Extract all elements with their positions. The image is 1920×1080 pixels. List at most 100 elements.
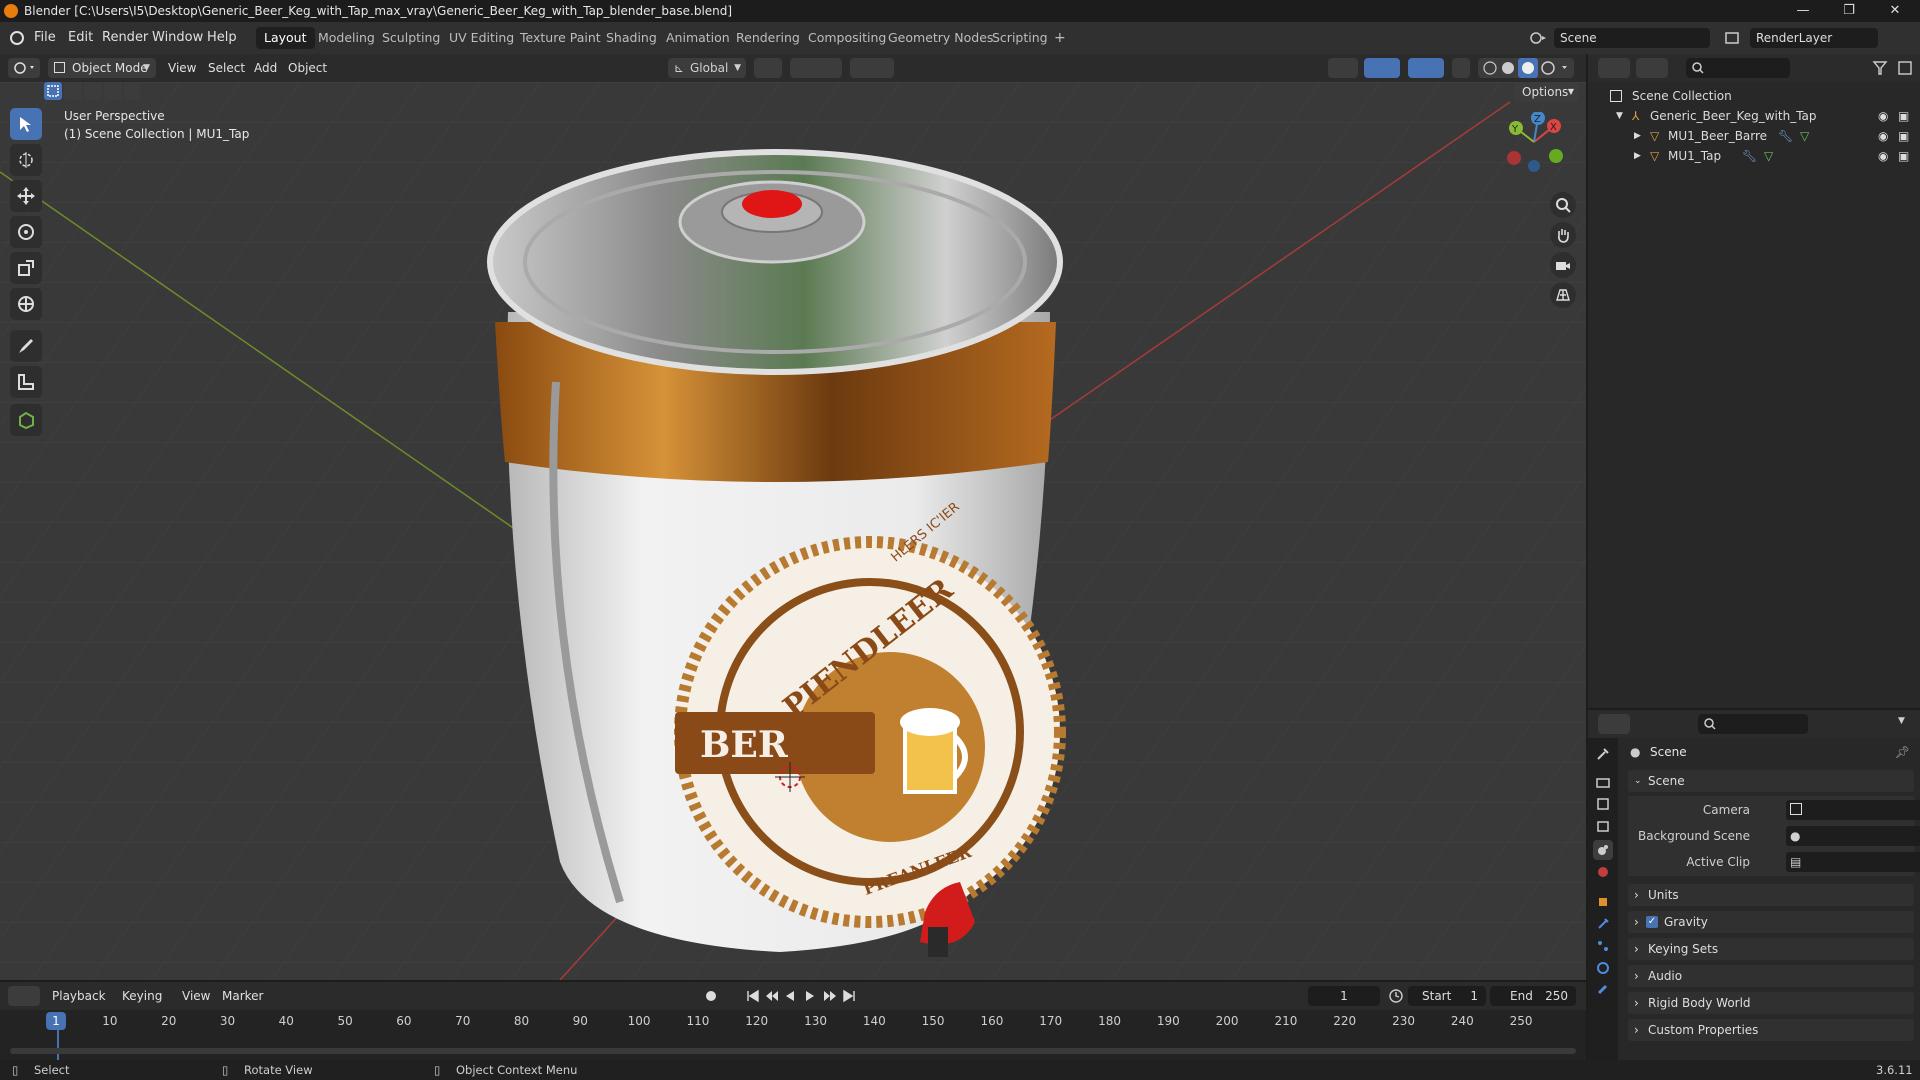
snap-icon[interactable] [790, 58, 842, 78]
tool-tab-icon[interactable] [1593, 744, 1613, 764]
world-tab-icon[interactable] [1593, 862, 1613, 882]
scene-selector[interactable]: Scene [1554, 28, 1710, 48]
display-mode-icon[interactable] [1636, 58, 1668, 78]
modifier-wrench-icon[interactable]: 🔧︎ [1778, 126, 1793, 146]
camera-view-icon[interactable] [1550, 252, 1576, 278]
minimize-button[interactable]: — [1780, 0, 1826, 22]
editor-type-icon[interactable] [8, 58, 40, 78]
menu-playback[interactable]: Playback [52, 986, 106, 1006]
scene-panel-header[interactable]: ⌄ Scene [1628, 770, 1914, 792]
object-tab-icon[interactable] [1593, 892, 1613, 912]
tab-animation[interactable]: Animation [658, 27, 738, 49]
timeline-area[interactable]: 1102030405060708090100110120130140150160… [0, 1010, 1586, 1060]
menu-edit[interactable]: Edit [68, 22, 93, 54]
tab-texture-paint[interactable]: Texture Paint [512, 27, 609, 49]
timeline-scrollbar[interactable] [10, 1048, 1576, 1054]
clock-icon[interactable] [1388, 988, 1404, 1004]
add-cube-tool-icon[interactable] [10, 404, 42, 436]
select-box-tool-icon[interactable] [10, 108, 42, 140]
perspective-toggle-icon[interactable] [1550, 282, 1576, 308]
tab-uv-editing[interactable]: UV Editing [441, 27, 522, 49]
add-workspace-button[interactable]: + [1046, 27, 1074, 49]
zoom-icon[interactable] [1550, 192, 1576, 218]
expand-arrow-icon[interactable]: ▶ [1634, 126, 1641, 146]
tab-sculpting[interactable]: Sculpting [374, 27, 448, 49]
tab-rendering[interactable]: Rendering [728, 27, 808, 49]
selection-mode-buttons[interactable] [44, 82, 140, 100]
view-layer-selector[interactable]: RenderLayer [1750, 28, 1878, 48]
expand-arrow-icon[interactable]: ▶ [1634, 146, 1641, 166]
mesh-data-icon[interactable]: ▽ [1800, 126, 1809, 146]
physics-tab-icon[interactable] [1593, 958, 1613, 978]
3d-viewport[interactable]: BER PIENDLEER PREANLEER HLERS IC'IER Use… [0, 82, 1586, 980]
transform-orientation-selector[interactable]: ⊾ Global ▼ [668, 58, 746, 78]
units-panel-header[interactable]: › Units [1628, 884, 1914, 906]
overlay-toggle-icon[interactable] [1408, 58, 1444, 78]
menu-help[interactable]: Help [207, 22, 237, 54]
visibility-icon[interactable] [1328, 58, 1358, 78]
particles-tab-icon[interactable] [1593, 936, 1613, 956]
navigation-gizmo[interactable]: X Z Y [1500, 111, 1572, 184]
gizmo-toggle-icon[interactable] [1364, 58, 1400, 78]
scale-tool-icon[interactable] [10, 252, 42, 284]
keying-sets-panel-header[interactable]: › Keying Sets [1628, 938, 1914, 960]
view-layer-tab-icon[interactable] [1593, 816, 1613, 836]
outliner-search-input[interactable] [1686, 58, 1790, 78]
outliner-row-beer-barrel[interactable]: ▶ ▽ MU1_Beer_Barre 🔧︎ ▽ ◉ ▣ [1588, 126, 1920, 146]
gravity-checkbox[interactable]: ✓ [1646, 916, 1658, 928]
menu-window[interactable]: Window [152, 22, 203, 54]
outliner-row-scene-collection[interactable]: Scene Collection [1588, 86, 1920, 106]
visibility-eye-icon[interactable]: ◉ [1878, 146, 1888, 166]
gravity-panel-header[interactable]: › ✓ Gravity [1628, 911, 1914, 933]
close-button[interactable]: ✕ [1872, 0, 1918, 22]
properties-search-input[interactable] [1698, 714, 1808, 734]
modifier-wrench-icon[interactable]: 🔧︎ [1742, 146, 1757, 166]
constraints-tab-icon[interactable] [1593, 980, 1613, 1000]
modifier-tab-icon[interactable] [1593, 914, 1613, 934]
background-scene-field[interactable]: ● [1786, 826, 1920, 846]
playback-controls[interactable] [744, 986, 860, 1006]
outliner-row-keg-collection[interactable]: ▼ ⅄ Generic_Beer_Keg_with_Tap ◉ ▣ [1588, 106, 1920, 126]
menu-render[interactable]: Render [102, 22, 148, 54]
output-tab-icon[interactable] [1593, 794, 1613, 814]
expand-arrow-icon[interactable]: ▼ [1616, 106, 1623, 126]
tab-modeling[interactable]: Modeling [310, 27, 383, 49]
scene-icon[interactable] [1528, 28, 1550, 48]
outliner-editor-type-icon[interactable] [1598, 58, 1630, 78]
pan-hand-icon[interactable] [1550, 222, 1576, 248]
visibility-eye-icon[interactable]: ◉ [1878, 106, 1888, 126]
record-button[interactable] [702, 986, 720, 1006]
frame-ruler[interactable]: 1102030405060708090100110120130140150160… [0, 1010, 1586, 1032]
rotate-tool-icon[interactable] [10, 216, 42, 248]
menu-view[interactable]: View [168, 58, 196, 78]
move-tool-icon[interactable] [10, 180, 42, 212]
active-clip-field[interactable]: ▤ [1786, 852, 1920, 872]
xray-toggle-icon[interactable] [1452, 58, 1470, 78]
rigid-body-world-panel-header[interactable]: › Rigid Body World [1628, 992, 1914, 1014]
render-camera-icon[interactable]: ▣ [1898, 106, 1909, 126]
proportional-edit-icon[interactable] [850, 58, 894, 78]
menu-add[interactable]: Add [254, 58, 277, 78]
current-frame-field[interactable]: 1 [1308, 986, 1380, 1006]
render-tab-icon[interactable] [1593, 772, 1613, 792]
measure-tool-icon[interactable] [10, 366, 42, 398]
audio-panel-header[interactable]: › Audio [1628, 965, 1914, 987]
camera-field[interactable]: ✎ [1786, 800, 1920, 820]
menu-timeline-view[interactable]: View [182, 986, 210, 1006]
mode-selector[interactable]: Object Mode ▼ [48, 58, 156, 78]
outliner-row-tap[interactable]: ▶ ▽ MU1_Tap 🔧︎ ▽ ◉ ▣ [1588, 146, 1920, 166]
tab-layout[interactable]: Layout [256, 27, 315, 49]
start-frame-field[interactable]: Start 1 [1408, 986, 1486, 1006]
options-button[interactable]: Options ▼ [1514, 82, 1578, 102]
restore-button[interactable]: ❐ [1826, 0, 1872, 22]
annotate-tool-icon[interactable] [10, 330, 42, 362]
menu-select[interactable]: Select [208, 58, 245, 78]
menu-keying[interactable]: Keying [122, 986, 162, 1006]
menu-object[interactable]: Object [288, 58, 327, 78]
tab-shading[interactable]: Shading [598, 27, 665, 49]
render-camera-icon[interactable]: ▣ [1898, 146, 1909, 166]
render-camera-icon[interactable]: ▣ [1898, 126, 1909, 146]
properties-editor-type-icon[interactable] [1598, 714, 1630, 734]
menu-marker[interactable]: Marker [222, 986, 263, 1006]
transform-tool-icon[interactable] [10, 288, 42, 320]
